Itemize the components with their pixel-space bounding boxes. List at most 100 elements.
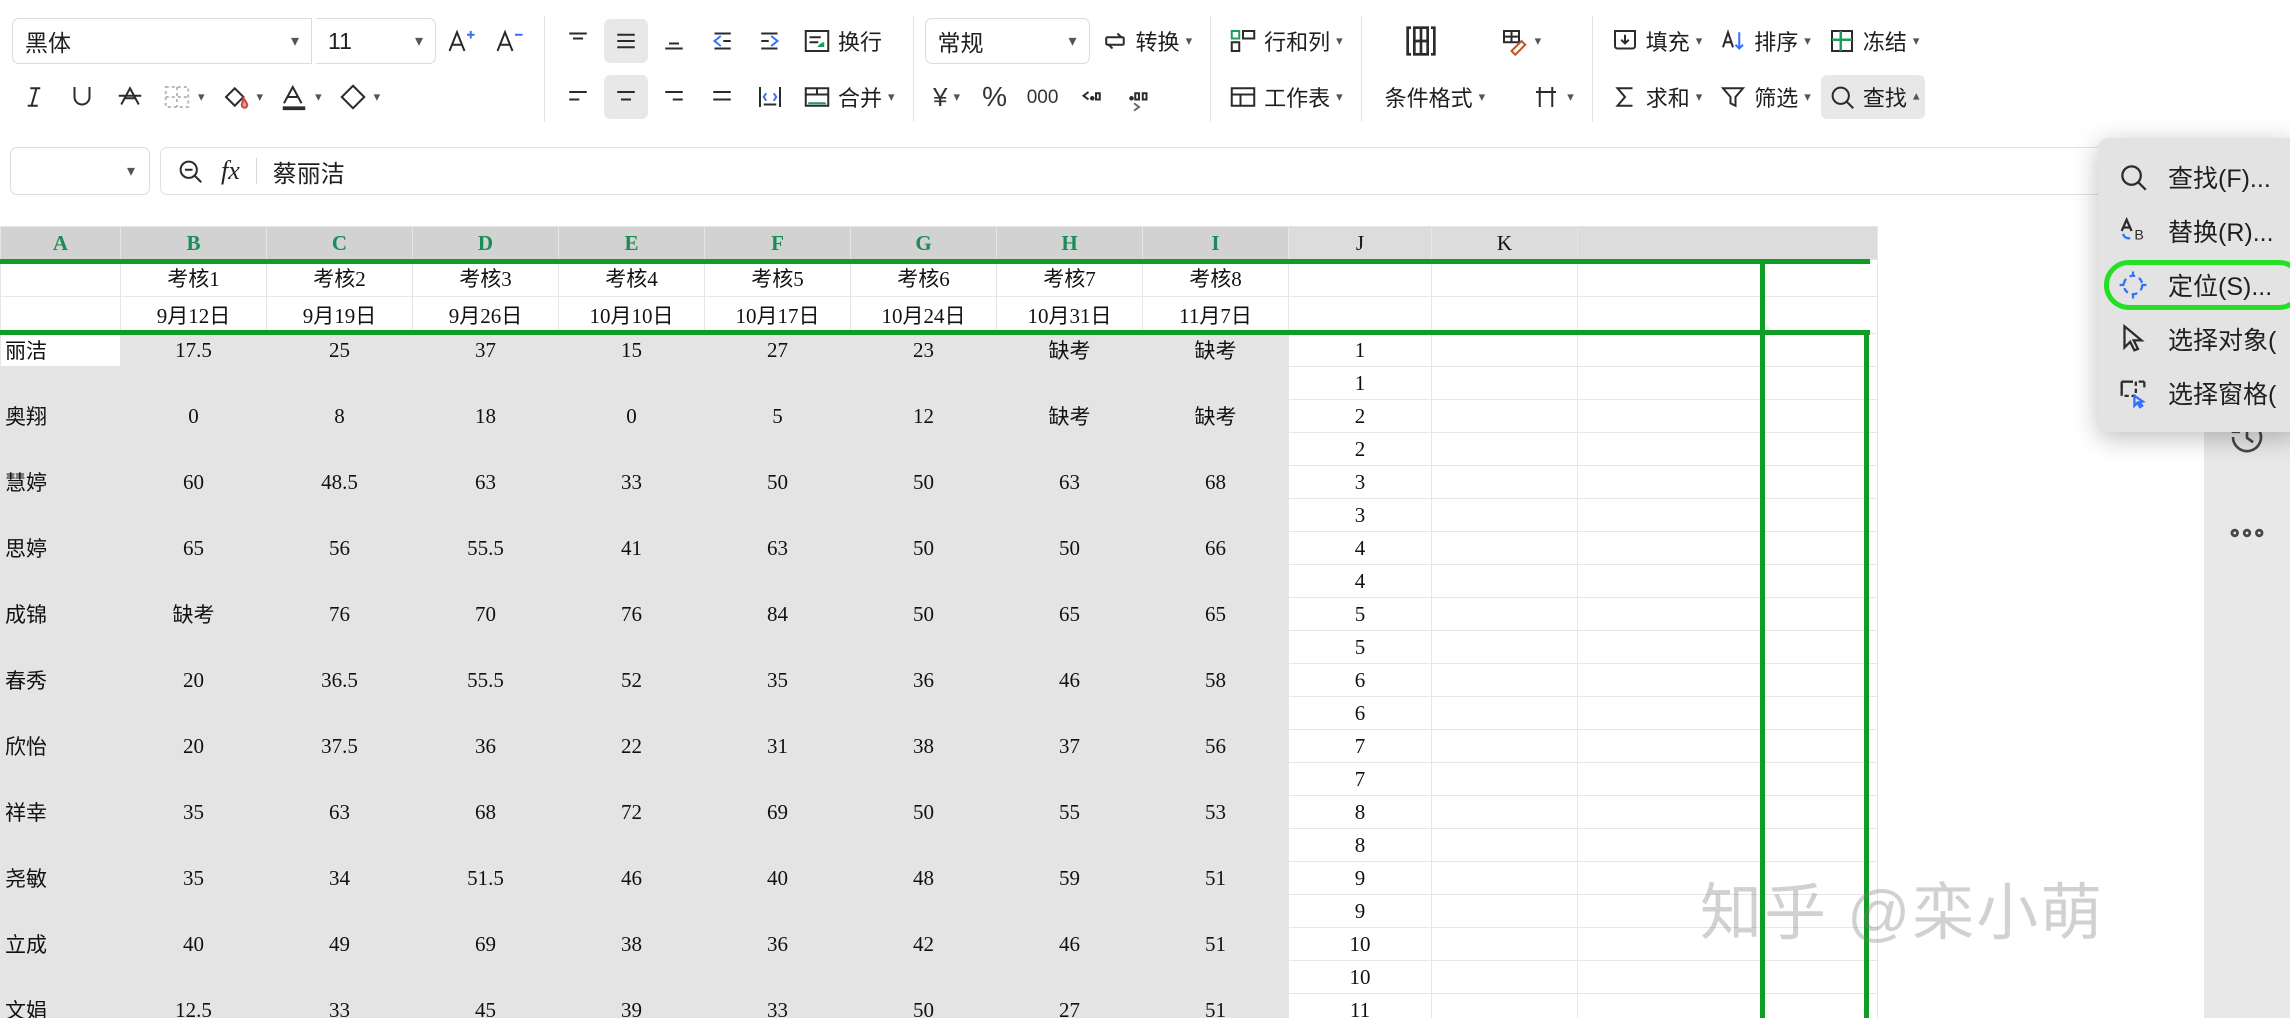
table-row[interactable]: 5 xyxy=(0,630,1878,664)
score-cell[interactable]: 48.5 xyxy=(266,465,413,499)
score-cell[interactable] xyxy=(850,498,997,532)
header-cell[interactable]: 考核3 xyxy=(412,259,559,297)
score-cell[interactable]: 5 xyxy=(704,399,851,433)
header-cell[interactable]: 10月17日 xyxy=(704,296,851,334)
convert-button[interactable]: 转换 ▾ xyxy=(1094,19,1199,63)
menu-item-selection-pane[interactable]: 选择窗格( xyxy=(2098,366,2290,420)
score-cell[interactable]: 51 xyxy=(1142,861,1289,895)
table-row[interactable]: 6 xyxy=(0,696,1878,730)
score-cell[interactable] xyxy=(120,894,267,928)
column-j-cell[interactable]: 11 xyxy=(1288,993,1432,1018)
table-row[interactable]: 1 xyxy=(0,366,1878,400)
score-cell[interactable]: 20 xyxy=(120,729,267,763)
align-bottom-button[interactable] xyxy=(652,19,696,63)
score-cell[interactable]: 50 xyxy=(850,993,997,1018)
cell-style-button[interactable]: ▾ xyxy=(1493,19,1548,63)
score-cell[interactable] xyxy=(558,894,705,928)
score-cell[interactable] xyxy=(120,762,267,796)
header-cell[interactable]: 考核7 xyxy=(996,259,1143,297)
score-cell[interactable]: 56 xyxy=(1142,729,1289,763)
header-cell[interactable]: 9月19日 xyxy=(266,296,413,334)
header-cell[interactable] xyxy=(1431,296,1578,334)
score-cell[interactable] xyxy=(558,498,705,532)
column-j-cell[interactable]: 6 xyxy=(1288,663,1432,697)
header-cell[interactable]: 考核8 xyxy=(1142,259,1289,297)
score-cell[interactable]: 66 xyxy=(1142,531,1289,565)
score-cell[interactable]: 63 xyxy=(704,531,851,565)
score-cell[interactable] xyxy=(1142,696,1289,730)
score-cell[interactable]: 33 xyxy=(266,993,413,1018)
score-cell[interactable] xyxy=(412,696,559,730)
column-j-cell[interactable]: 7 xyxy=(1288,729,1432,763)
column-header-i[interactable]: I xyxy=(1142,226,1289,260)
header-cell[interactable]: 11月7日 xyxy=(1142,296,1289,334)
sum-button[interactable]: 求和 ▾ xyxy=(1604,75,1709,119)
header-cell[interactable]: 10月31日 xyxy=(996,296,1143,334)
score-cell[interactable] xyxy=(996,498,1143,532)
score-cell[interactable] xyxy=(850,696,997,730)
score-cell[interactable] xyxy=(558,630,705,664)
score-cell[interactable] xyxy=(1142,894,1289,928)
score-cell[interactable] xyxy=(266,498,413,532)
score-cell[interactable] xyxy=(558,960,705,994)
score-cell[interactable]: 70 xyxy=(412,597,559,631)
column-j-cell[interactable]: 1 xyxy=(1288,366,1432,400)
score-cell[interactable]: 15 xyxy=(558,333,705,367)
align-middle-button[interactable] xyxy=(604,19,648,63)
fx-icon[interactable]: fx xyxy=(221,156,240,186)
score-cell[interactable]: 8 xyxy=(266,399,413,433)
table-row[interactable]: 9 xyxy=(0,894,1878,928)
score-cell[interactable]: 22 xyxy=(558,729,705,763)
score-cell[interactable] xyxy=(558,762,705,796)
score-cell[interactable]: 17.5 xyxy=(120,333,267,367)
score-cell[interactable] xyxy=(1142,960,1289,994)
student-name-cell[interactable]: 立成 xyxy=(0,927,121,961)
conditional-format-button[interactable]: 条件格式 ▾ xyxy=(1373,75,1492,119)
name-box[interactable]: ▾ xyxy=(10,147,150,195)
spreadsheet-grid[interactable]: ABCDEFGHIJK 考核1 考核2 考核3 考核4 考核5 考核6 考核7 考核8 9月12… xyxy=(0,226,2290,1018)
fill-button[interactable]: 填充 ▾ xyxy=(1604,19,1709,63)
score-cell[interactable] xyxy=(996,894,1143,928)
header-name-cell[interactable] xyxy=(0,296,121,334)
find-dropdown-menu[interactable]: 查找(F)... B 替换(R)... 定位(S)... 选择对象(选择窗格( xyxy=(2098,138,2290,432)
table-row[interactable]: 8 xyxy=(0,828,1878,862)
score-cell[interactable]: 0 xyxy=(558,399,705,433)
student-name-cell[interactable] xyxy=(0,762,121,796)
column-header-j[interactable]: J xyxy=(1288,226,1432,260)
menu-item-goto[interactable]: 定位(S)... xyxy=(2098,258,2290,312)
table-row[interactable]: 奥翔 0 8 18 0 5 12 缺考 缺考 2 xyxy=(0,399,1878,433)
score-cell[interactable] xyxy=(704,630,851,664)
header-cell[interactable]: 考核4 xyxy=(558,259,705,297)
score-cell[interactable] xyxy=(266,630,413,664)
score-cell[interactable] xyxy=(1142,366,1289,400)
student-name-cell[interactable]: 春秀 xyxy=(0,663,121,697)
score-cell[interactable]: 42 xyxy=(850,927,997,961)
column-k-cell[interactable] xyxy=(1431,828,1578,862)
score-cell[interactable]: 缺考 xyxy=(996,333,1143,367)
column-j-cell[interactable]: 8 xyxy=(1288,795,1432,829)
column-k-cell[interactable] xyxy=(1431,399,1578,433)
score-cell[interactable]: 68 xyxy=(412,795,559,829)
table-row[interactable]: 2 xyxy=(0,432,1878,466)
formula-input-wrap[interactable]: fx 蔡丽洁 xyxy=(160,147,2280,195)
score-cell[interactable] xyxy=(996,762,1143,796)
score-cell[interactable] xyxy=(1142,828,1289,862)
table-row[interactable]: 尧敏 35 34 51.5 46 40 48 59 51 9 xyxy=(0,861,1878,895)
score-cell[interactable]: 40 xyxy=(120,927,267,961)
number-format-select[interactable]: 常规 ▾ xyxy=(924,18,1090,64)
score-cell[interactable]: 35 xyxy=(704,663,851,697)
score-cell[interactable] xyxy=(704,960,851,994)
table-row[interactable]: 3 xyxy=(0,498,1878,532)
score-cell[interactable] xyxy=(704,432,851,466)
score-cell[interactable]: 34 xyxy=(266,861,413,895)
score-cell[interactable]: 49 xyxy=(266,927,413,961)
column-header-e[interactable]: E xyxy=(558,226,705,260)
score-cell[interactable]: 58 xyxy=(1142,663,1289,697)
score-cell[interactable]: 18 xyxy=(412,399,559,433)
strikethrough-button[interactable] xyxy=(108,75,152,119)
student-name-cell[interactable] xyxy=(0,498,121,532)
student-name-cell[interactable]: 欣怡 xyxy=(0,729,121,763)
column-header-k[interactable]: K xyxy=(1431,226,1578,260)
table-row[interactable]: 春秀 20 36.5 55.5 52 35 36 46 58 6 xyxy=(0,663,1878,697)
score-cell[interactable] xyxy=(996,828,1143,862)
